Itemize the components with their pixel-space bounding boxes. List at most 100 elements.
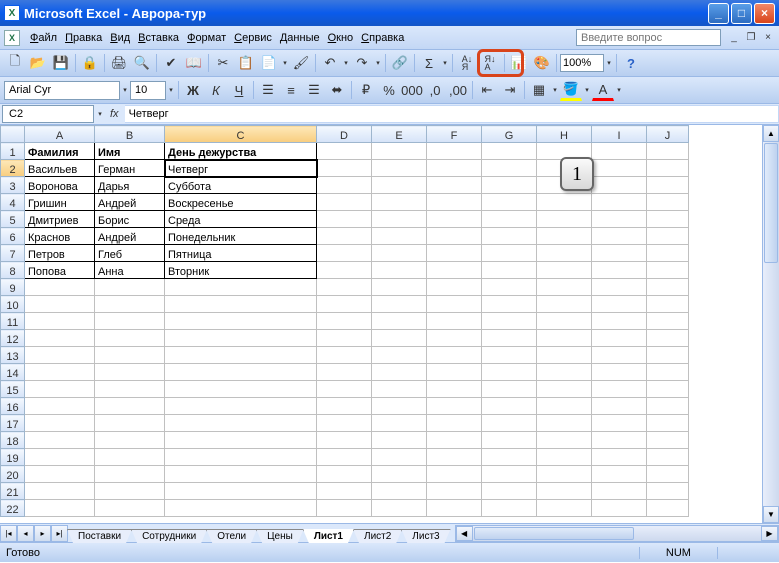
align-center-button[interactable]: ≡ [280, 79, 302, 101]
cell-D4[interactable] [317, 194, 372, 211]
cell-A4[interactable]: Гришин [25, 194, 95, 211]
cell-I6[interactable] [592, 228, 647, 245]
cell-B21[interactable] [95, 483, 165, 500]
row-header-19[interactable]: 19 [1, 449, 25, 466]
cell-J16[interactable] [647, 398, 689, 415]
cell-I22[interactable] [592, 500, 647, 517]
copy-button[interactable]: 📋 [235, 52, 257, 74]
cell-A13[interactable] [25, 347, 95, 364]
cell-G7[interactable] [482, 245, 537, 262]
cell-A6[interactable]: Краснов [25, 228, 95, 245]
cell-E17[interactable] [372, 415, 427, 432]
cell-H10[interactable] [537, 296, 592, 313]
cell-H6[interactable] [537, 228, 592, 245]
cell-B5[interactable]: Борис [95, 211, 165, 228]
cell-G3[interactable] [482, 177, 537, 194]
vertical-scrollbar[interactable]: ▲ ▼ [762, 125, 779, 523]
cell-E7[interactable] [372, 245, 427, 262]
cell-E2[interactable] [372, 160, 427, 177]
cell-E13[interactable] [372, 347, 427, 364]
cell-J11[interactable] [647, 313, 689, 330]
cell-G12[interactable] [482, 330, 537, 347]
cell-F9[interactable] [427, 279, 482, 296]
cell-C4[interactable]: Воскресенье [165, 194, 317, 211]
increase-decimal-button[interactable]: ,0 [424, 79, 446, 101]
cell-D3[interactable] [317, 177, 372, 194]
cell-G15[interactable] [482, 381, 537, 398]
cell-E16[interactable] [372, 398, 427, 415]
cell-H17[interactable] [537, 415, 592, 432]
drawing-button[interactable]: 🎨 [531, 52, 553, 74]
cell-J17[interactable] [647, 415, 689, 432]
research-button[interactable]: 📖 [183, 52, 205, 74]
cell-G20[interactable] [482, 466, 537, 483]
cell-I17[interactable] [592, 415, 647, 432]
sheet-tab-Лист1[interactable]: Лист1 [303, 529, 354, 543]
cell-G9[interactable] [482, 279, 537, 296]
cell-J19[interactable] [647, 449, 689, 466]
cell-I11[interactable] [592, 313, 647, 330]
cell-B1[interactable]: Имя [95, 143, 165, 160]
tab-nav-next[interactable]: ▸ [34, 525, 51, 542]
cell-D16[interactable] [317, 398, 372, 415]
row-header-21[interactable]: 21 [1, 483, 25, 500]
cell-G14[interactable] [482, 364, 537, 381]
cell-J10[interactable] [647, 296, 689, 313]
row-header-15[interactable]: 15 [1, 381, 25, 398]
cell-I5[interactable] [592, 211, 647, 228]
select-all-corner[interactable] [1, 126, 25, 143]
cell-F17[interactable] [427, 415, 482, 432]
menu-данные[interactable]: Данные [276, 30, 324, 46]
cell-F14[interactable] [427, 364, 482, 381]
borders-button[interactable]: ▦ [528, 79, 550, 101]
cell-F3[interactable] [427, 177, 482, 194]
cell-E10[interactable] [372, 296, 427, 313]
sheet-tab-Поставки[interactable]: Поставки [67, 529, 132, 543]
cell-I16[interactable] [592, 398, 647, 415]
currency-button[interactable]: ₽ [355, 79, 377, 101]
cell-A1[interactable]: Фамилия [25, 143, 95, 160]
cell-H12[interactable] [537, 330, 592, 347]
cell-D17[interactable] [317, 415, 372, 432]
cell-A5[interactable]: Дмитриев [25, 211, 95, 228]
row-header-11[interactable]: 11 [1, 313, 25, 330]
hscroll-thumb[interactable] [474, 527, 634, 540]
fx-icon[interactable]: fx [104, 108, 125, 120]
cell-D20[interactable] [317, 466, 372, 483]
zoom-dropdown[interactable]: ▾ [605, 59, 613, 67]
cell-H8[interactable] [537, 262, 592, 279]
cell-I18[interactable] [592, 432, 647, 449]
cell-H9[interactable] [537, 279, 592, 296]
cell-I12[interactable] [592, 330, 647, 347]
cell-B2[interactable]: Герман [95, 160, 165, 177]
cell-G19[interactable] [482, 449, 537, 466]
row-header-18[interactable]: 18 [1, 432, 25, 449]
cell-F4[interactable] [427, 194, 482, 211]
cell-I3[interactable] [592, 177, 647, 194]
cell-B22[interactable] [95, 500, 165, 517]
row-header-13[interactable]: 13 [1, 347, 25, 364]
cell-C18[interactable] [165, 432, 317, 449]
permission-button[interactable]: 🔒 [79, 52, 101, 74]
cell-E15[interactable] [372, 381, 427, 398]
cell-C1[interactable]: День дежурства [165, 143, 317, 160]
cell-J5[interactable] [647, 211, 689, 228]
column-header-E[interactable]: E [372, 126, 427, 143]
cell-C8[interactable]: Вторник [165, 262, 317, 279]
cell-D5[interactable] [317, 211, 372, 228]
cell-B20[interactable] [95, 466, 165, 483]
print-preview-button[interactable]: 🔍 [131, 52, 153, 74]
cell-I2[interactable] [592, 160, 647, 177]
cell-C21[interactable] [165, 483, 317, 500]
menu-формат[interactable]: Формат [183, 30, 230, 46]
bold-button[interactable]: Ж [182, 79, 204, 101]
cell-I15[interactable] [592, 381, 647, 398]
paste-button[interactable]: 📄 [258, 52, 280, 74]
cell-A21[interactable] [25, 483, 95, 500]
cell-D15[interactable] [317, 381, 372, 398]
cell-A12[interactable] [25, 330, 95, 347]
row-header-2[interactable]: 2 [1, 160, 25, 177]
cell-D21[interactable] [317, 483, 372, 500]
cell-D7[interactable] [317, 245, 372, 262]
cell-C7[interactable]: Пятница [165, 245, 317, 262]
